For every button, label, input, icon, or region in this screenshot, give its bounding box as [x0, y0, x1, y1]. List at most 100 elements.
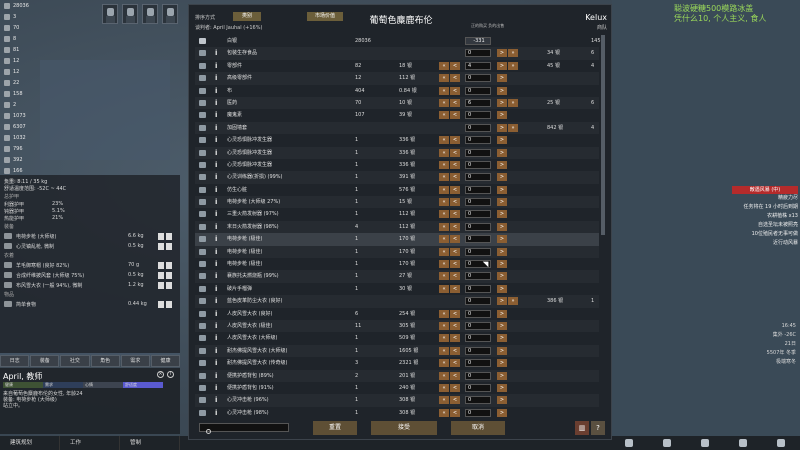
sell-all-button[interactable]: «	[439, 136, 449, 145]
info-icon[interactable]: i	[215, 258, 217, 270]
colonist-portrait[interactable]	[102, 4, 118, 24]
drop-icon[interactable]	[158, 281, 164, 289]
info-icon[interactable]: i	[215, 47, 217, 59]
info-icon[interactable]: i	[215, 122, 217, 134]
info-icon[interactable]: i	[215, 196, 217, 208]
buy-one-button[interactable]: >	[497, 136, 507, 145]
sell-all-button[interactable]: «	[439, 309, 449, 318]
info-icon[interactable]	[166, 261, 172, 269]
sell-all-button[interactable]: «	[439, 408, 449, 417]
sell-one-button[interactable]: <	[450, 160, 460, 169]
sell-one-button[interactable]: <	[450, 359, 460, 368]
resource-row[interactable]: 1032	[0, 132, 40, 143]
sell-all-button[interactable]: «	[439, 247, 449, 256]
sell-one-button[interactable]: <	[450, 61, 460, 70]
sell-one-button[interactable]: <	[450, 222, 460, 231]
buy-one-button[interactable]: >	[497, 408, 507, 417]
sell-all-button[interactable]: «	[439, 284, 449, 293]
sell-one-button[interactable]: <	[450, 371, 460, 380]
tab-5[interactable]: 健康	[150, 355, 181, 367]
sell-one-button[interactable]: <	[450, 173, 460, 182]
sell-one-button[interactable]: <	[450, 334, 460, 343]
drop-icon[interactable]	[158, 232, 164, 240]
info-icon[interactable]: i	[215, 159, 217, 171]
trade-quantity-input[interactable]: 0	[465, 383, 491, 392]
trade-quantity-input[interactable]: 0	[465, 49, 491, 58]
buy-one-button[interactable]: >	[497, 148, 507, 157]
trade-quantity-input[interactable]: 0	[465, 123, 491, 132]
trade-quantity-input[interactable]: 0	[465, 235, 491, 244]
buy-one-button[interactable]: >	[497, 61, 507, 70]
tab-4[interactable]: 需求	[120, 355, 150, 367]
sell-one-button[interactable]: <	[450, 235, 460, 244]
trade-quantity-input[interactable]: 0	[465, 185, 491, 194]
sell-all-button[interactable]: «	[439, 61, 449, 70]
trade-quantity-input[interactable]: 6	[465, 98, 491, 107]
sell-all-button[interactable]: «	[439, 98, 449, 107]
trade-quantity-input[interactable]: 0	[465, 297, 491, 306]
trade-quantity-input[interactable]: 0	[465, 160, 491, 169]
drop-icon[interactable]	[158, 261, 164, 269]
info-icon[interactable]	[166, 242, 172, 250]
tab-2[interactable]: 社交	[60, 355, 90, 367]
sell-one-button[interactable]: <	[450, 272, 460, 281]
info-icon[interactable]: i	[215, 246, 217, 258]
scrollbar[interactable]	[601, 35, 605, 235]
resource-row[interactable]: 8	[0, 33, 40, 44]
sell-all-button[interactable]: «	[439, 346, 449, 355]
tab-0[interactable]: 日志	[0, 355, 30, 367]
trade-quantity-input[interactable]: 0	[465, 136, 491, 145]
alert-item[interactable]: 任务将在 19 小时后到期	[732, 203, 798, 212]
trash-icon[interactable]: ▥	[575, 421, 589, 435]
trade-quantity-input[interactable]: 0	[465, 371, 491, 380]
buy-one-button[interactable]: >	[497, 185, 507, 194]
alert-item[interactable]: 10位殖民者无事可做	[732, 230, 798, 239]
sell-all-button[interactable]: «	[439, 359, 449, 368]
trade-quantity-input[interactable]: 0	[465, 111, 491, 120]
sell-all-button[interactable]: «	[439, 198, 449, 207]
trade-quantity-input[interactable]: 0	[465, 284, 491, 293]
resource-row[interactable]: 2	[0, 99, 40, 110]
info-icon[interactable]: i	[215, 171, 217, 183]
buy-one-button[interactable]: >	[497, 284, 507, 293]
resource-row[interactable]: 28036	[0, 0, 40, 11]
sell-one-button[interactable]: <	[450, 74, 460, 83]
info-icon[interactable]: i	[215, 382, 217, 394]
sell-all-button[interactable]: «	[439, 383, 449, 392]
resource-row[interactable]: 81	[0, 44, 40, 55]
info-icon[interactable]	[166, 300, 172, 308]
grid-icon[interactable]	[663, 439, 671, 447]
gear-row[interactable]: 羊毛御寒帽 (良好 82%) 70 g	[4, 260, 176, 270]
buy-one-button[interactable]: >	[497, 111, 507, 120]
buy-all-button[interactable]: »	[508, 98, 518, 107]
buy-one-button[interactable]: >	[497, 74, 507, 83]
info-icon[interactable]: i	[215, 370, 217, 382]
resource-row[interactable]: 392	[0, 154, 40, 165]
trade-quantity-input[interactable]: 0	[465, 148, 491, 157]
resource-row[interactable]: 6307	[0, 121, 40, 132]
sell-all-button[interactable]: «	[439, 210, 449, 219]
info-icon[interactable]: i	[215, 72, 217, 84]
alert-item[interactable]: 农耕植株 x13	[732, 212, 798, 221]
info-icon[interactable]	[166, 281, 172, 289]
trade-quantity-input[interactable]: 0	[465, 359, 491, 368]
tab-1[interactable]: 装备	[30, 355, 60, 367]
trade-quantity-input[interactable]: 0	[465, 408, 491, 417]
buy-one-button[interactable]: >	[497, 123, 507, 132]
info-icon[interactable]: i	[215, 109, 217, 121]
buy-one-button[interactable]: >	[497, 396, 507, 405]
buy-one-button[interactable]: >	[497, 309, 507, 318]
buy-one-button[interactable]: >	[497, 260, 507, 269]
sell-all-button[interactable]: «	[439, 111, 449, 120]
tab-3[interactable]: 角色	[90, 355, 120, 367]
colonist-portrait[interactable]	[142, 4, 158, 24]
sell-all-button[interactable]: «	[439, 148, 449, 157]
trade-quantity-input[interactable]: 4	[465, 61, 491, 70]
trade-quantity-input[interactable]: 0	[465, 86, 491, 95]
main-button[interactable]: 建筑规划	[0, 436, 60, 450]
sell-one-button[interactable]: <	[450, 136, 460, 145]
sell-all-button[interactable]: «	[439, 334, 449, 343]
trade-quantity-input[interactable]: 0	[465, 247, 491, 256]
sell-one-button[interactable]: <	[450, 346, 460, 355]
buy-one-button[interactable]: >	[497, 383, 507, 392]
